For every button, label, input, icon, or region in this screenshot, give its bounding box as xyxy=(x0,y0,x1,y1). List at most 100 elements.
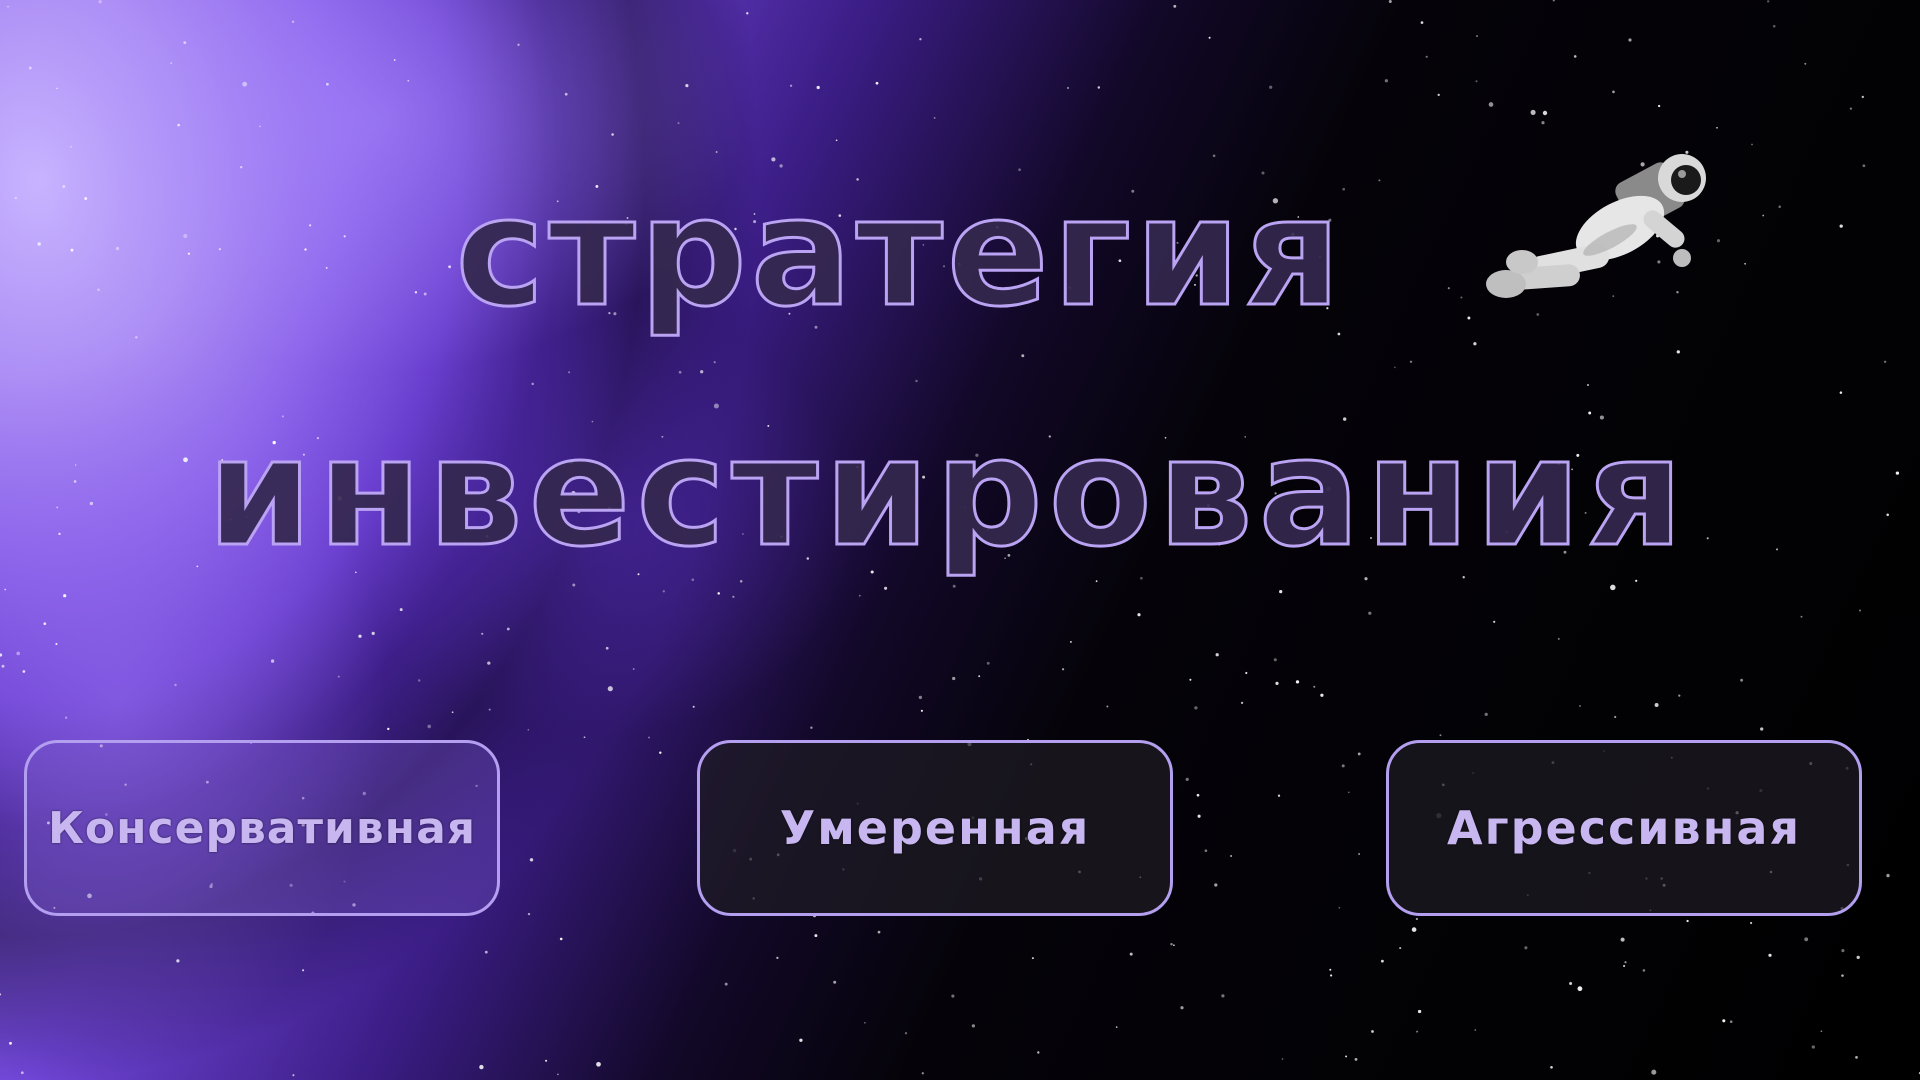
star xyxy=(920,709,924,712)
star xyxy=(1329,968,1332,971)
star xyxy=(371,631,375,636)
star xyxy=(607,686,613,692)
star xyxy=(596,1061,601,1067)
star xyxy=(55,642,58,646)
star xyxy=(1474,1029,1477,1031)
star xyxy=(481,632,484,635)
star xyxy=(1230,855,1233,857)
star xyxy=(1651,1069,1657,1075)
star xyxy=(506,627,510,631)
star xyxy=(1654,703,1659,707)
star xyxy=(1106,705,1109,708)
star xyxy=(1196,793,1200,797)
star xyxy=(978,675,981,678)
astronaut-icon xyxy=(1486,154,1706,298)
star xyxy=(1484,712,1488,717)
star xyxy=(1031,957,1034,960)
star xyxy=(176,959,180,963)
star xyxy=(427,724,432,729)
star xyxy=(1269,85,1273,89)
star xyxy=(1037,1051,1040,1054)
star xyxy=(56,87,58,90)
star xyxy=(1069,640,1072,643)
star xyxy=(1417,1009,1422,1014)
star xyxy=(835,139,838,142)
star xyxy=(1473,342,1477,346)
star xyxy=(545,1059,548,1062)
star xyxy=(1841,949,1845,953)
star xyxy=(1612,90,1615,94)
star xyxy=(1415,917,1419,921)
star xyxy=(1240,701,1244,705)
star xyxy=(527,912,531,916)
star xyxy=(487,661,491,665)
star xyxy=(1354,1057,1358,1061)
star xyxy=(387,727,390,731)
star xyxy=(1204,849,1208,853)
star xyxy=(1493,620,1496,623)
aggressive-strategy-label: Агрессивная xyxy=(1447,801,1801,855)
star xyxy=(1541,121,1545,125)
star xyxy=(559,937,563,941)
star xyxy=(393,59,396,61)
star xyxy=(1722,1019,1726,1023)
star xyxy=(7,5,9,8)
star xyxy=(715,151,718,153)
star xyxy=(1772,25,1776,28)
star xyxy=(1097,86,1101,89)
star xyxy=(810,726,813,729)
star xyxy=(1208,36,1211,39)
star xyxy=(1488,102,1494,107)
star xyxy=(568,371,571,374)
star xyxy=(971,1024,976,1028)
star xyxy=(1420,21,1424,24)
moderate-strategy-button[interactable]: Умеренная xyxy=(697,740,1173,916)
star xyxy=(724,982,728,986)
star xyxy=(1137,613,1141,617)
star xyxy=(399,608,403,612)
star xyxy=(1550,1065,1553,1069)
star xyxy=(986,661,990,665)
star xyxy=(799,1038,803,1042)
star xyxy=(1861,95,1864,99)
star xyxy=(1657,104,1661,108)
star xyxy=(1628,38,1632,42)
star xyxy=(1740,678,1744,682)
star xyxy=(1129,952,1133,956)
star xyxy=(531,382,534,386)
star xyxy=(776,956,779,960)
star xyxy=(270,659,275,663)
star xyxy=(564,92,568,96)
star xyxy=(1341,764,1345,768)
star xyxy=(1729,1020,1733,1024)
star xyxy=(1557,637,1560,640)
star xyxy=(918,695,923,700)
star xyxy=(732,595,735,598)
star xyxy=(1277,794,1281,797)
star xyxy=(685,84,689,88)
star xyxy=(1021,354,1025,358)
star xyxy=(572,583,576,587)
star xyxy=(358,634,362,638)
star xyxy=(451,711,454,714)
star xyxy=(1347,791,1350,794)
moderate-strategy-label: Умеренная xyxy=(779,801,1091,855)
star xyxy=(1358,853,1360,855)
star xyxy=(326,82,329,86)
aggressive-strategy-button[interactable]: Агрессивная xyxy=(1386,740,1862,916)
star xyxy=(1313,685,1316,688)
conservative-strategy-button[interactable]: Консервативная xyxy=(24,740,500,916)
star xyxy=(1751,143,1753,146)
star xyxy=(292,1074,295,1077)
star xyxy=(1194,706,1198,710)
star xyxy=(1767,0,1770,3)
star xyxy=(1569,981,1573,986)
star xyxy=(557,1073,559,1076)
star xyxy=(302,969,305,972)
star xyxy=(177,123,181,127)
star xyxy=(1,664,5,668)
star xyxy=(1215,653,1219,657)
star xyxy=(1061,668,1065,671)
star xyxy=(1642,969,1646,972)
star xyxy=(659,751,662,754)
